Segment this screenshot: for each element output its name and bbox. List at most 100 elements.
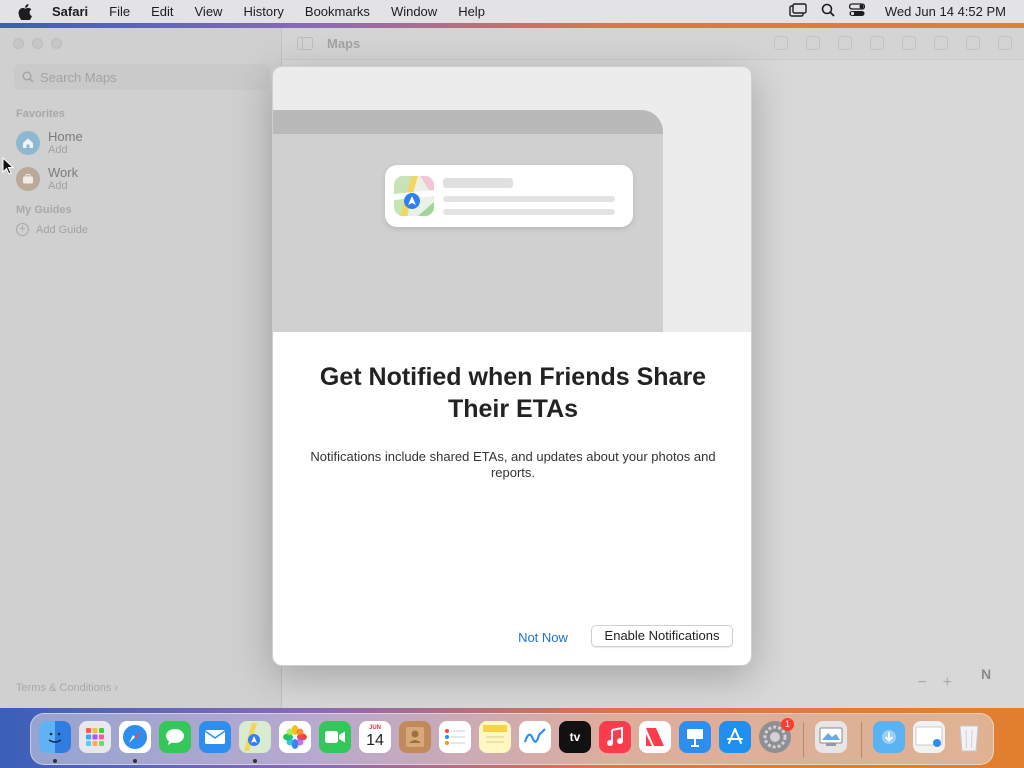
menu-help[interactable]: Help [458, 4, 485, 19]
close-window-button[interactable] [13, 38, 24, 49]
notification-placeholder-line [443, 196, 615, 202]
menu-extras: Wed Jun 14 4:52 PM [789, 0, 1006, 23]
settings-notification-badge: 1 [781, 718, 794, 731]
screen-mirroring-icon[interactable] [789, 3, 807, 20]
terms-label: Terms & Conditions [16, 682, 112, 694]
minimize-window-button[interactable] [32, 38, 43, 49]
keynote-icon[interactable] [679, 721, 711, 753]
spotlight-search-icon[interactable] [821, 3, 835, 20]
menu-bookmarks[interactable]: Bookmarks [305, 4, 370, 19]
mouse-cursor-icon [2, 156, 15, 180]
compass-label: N [980, 666, 992, 682]
finder-icon[interactable] [39, 721, 71, 753]
illustration-notification [385, 165, 633, 227]
favorite-home[interactable]: Home Add [16, 130, 83, 156]
dialog-description: Notifications include shared ETAs, and u… [310, 449, 716, 480]
photos-icon[interactable] [279, 721, 311, 753]
menu-file[interactable]: File [109, 4, 130, 19]
search-field[interactable]: Search Maps [14, 64, 270, 90]
menu-clock[interactable]: Wed Jun 14 4:52 PM [885, 4, 1006, 19]
control-center-icon[interactable] [848, 3, 865, 20]
reminders-icon[interactable] [439, 721, 471, 753]
dock: JUN 14 tv 1 [30, 713, 994, 765]
maps-icon[interactable] [239, 721, 271, 753]
menu-app-name[interactable]: Safari [52, 4, 88, 19]
notification-placeholder-title [443, 178, 513, 188]
calendar-month: JUN [368, 724, 381, 731]
dialog-title: Get Notified when Friends Share Their ET… [319, 363, 707, 423]
music-icon[interactable] [599, 721, 631, 753]
zoom-controls: − + [917, 674, 952, 692]
search-icon [22, 71, 34, 83]
window-controls [13, 38, 62, 49]
apple-tv-icon[interactable]: tv [559, 721, 591, 753]
map-toolbar: Maps [283, 28, 1024, 60]
favorites-label: Favorites [16, 108, 65, 120]
facetime-icon[interactable] [319, 721, 351, 753]
map-mode-icon[interactable] [806, 36, 820, 50]
trash-icon[interactable] [953, 721, 985, 753]
zoom-out-button[interactable]: − [917, 674, 926, 692]
notification-placeholder-line [443, 209, 615, 215]
maps-app-icon [394, 176, 434, 216]
favorite-home-title: Home [48, 129, 83, 144]
my-guides-label: My Guides [16, 204, 72, 216]
search-placeholder: Search Maps [40, 69, 117, 85]
safari-icon[interactable] [119, 721, 151, 753]
illustration-window-bar [273, 110, 663, 134]
mail-icon[interactable] [199, 721, 231, 753]
calendar-icon[interactable]: JUN 14 [359, 721, 391, 753]
zoom-in-button[interactable]: + [943, 674, 952, 692]
maps-running-indicator [253, 759, 257, 763]
menu-bar: Safari File Edit View History Bookmarks … [0, 0, 1024, 23]
3d-icon[interactable] [838, 36, 852, 50]
home-icon [16, 131, 40, 155]
favorite-work[interactable]: Work Add [16, 166, 78, 192]
favorite-work-title: Work [48, 165, 79, 180]
briefcase-icon [16, 167, 40, 191]
directions-icon[interactable] [774, 36, 788, 50]
illustration-window-body [273, 134, 663, 332]
chevron-right-icon: › [114, 682, 119, 694]
finder-running-indicator [53, 759, 57, 763]
add-icon[interactable] [934, 36, 948, 50]
recent-document-icon[interactable] [913, 721, 945, 753]
account-icon[interactable] [998, 36, 1012, 50]
apple-menu-icon[interactable] [18, 3, 36, 20]
location-icon[interactable] [870, 36, 884, 50]
favorite-work-subtitle: Add [48, 180, 68, 192]
notes-icon[interactable] [479, 721, 511, 753]
add-guide-button[interactable]: + Add Guide [16, 223, 88, 236]
add-guide-label: Add Guide [36, 223, 88, 236]
menu-edit[interactable]: Edit [151, 4, 173, 19]
toolbar-title: Maps [327, 36, 361, 51]
sidebar-toggle-icon[interactable] [297, 37, 313, 55]
favorite-home-subtitle: Add [48, 144, 68, 156]
terms-link[interactable]: Terms & Conditions › [16, 682, 118, 694]
zoom-window-button[interactable] [51, 38, 62, 49]
dialog-illustration [273, 67, 751, 332]
launchpad-icon[interactable] [79, 721, 111, 753]
not-now-button[interactable]: Not Now [505, 627, 581, 649]
compass-button[interactable]: N [964, 652, 1008, 696]
dock-separator [861, 722, 862, 758]
menu-window[interactable]: Window [391, 4, 437, 19]
safari-running-indicator [133, 759, 137, 763]
tv-label: tv [569, 730, 581, 744]
share-icon[interactable] [966, 36, 980, 50]
contacts-icon[interactable] [399, 721, 431, 753]
dock-separator [803, 722, 804, 758]
downloads-folder-icon[interactable] [873, 721, 905, 753]
menu-history[interactable]: History [243, 4, 283, 19]
enable-notifications-button[interactable]: Enable Notifications [591, 625, 733, 647]
app-store-icon[interactable] [719, 721, 751, 753]
look-around-icon[interactable] [902, 36, 916, 50]
messages-icon[interactable] [159, 721, 191, 753]
freeform-icon[interactable] [519, 721, 551, 753]
notification-permission-dialog: Get Notified when Friends Share Their ET… [272, 66, 752, 666]
preview-icon[interactable] [815, 721, 847, 753]
news-icon[interactable] [639, 721, 671, 753]
plus-circle-icon: + [16, 223, 29, 236]
calendar-day: 14 [366, 731, 384, 749]
menu-view[interactable]: View [195, 4, 223, 19]
